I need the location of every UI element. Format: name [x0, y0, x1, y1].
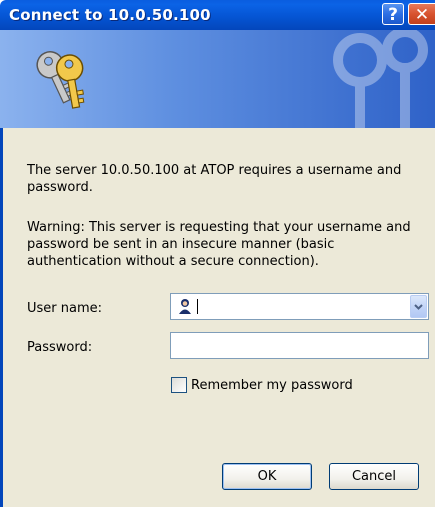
window-border [0, 128, 3, 507]
username-combobox[interactable] [170, 293, 429, 320]
ok-button[interactable]: OK [222, 463, 312, 490]
title-bar[interactable]: Connect to 10.0.50.100 ? ✕ [0, 0, 435, 30]
keys-icon [36, 51, 85, 109]
connect-dialog: Connect to 10.0.50.100 ? ✕ The server 10… [0, 0, 435, 507]
server-message: The server 10.0.50.100 at ATOP requires … [27, 163, 402, 195]
password-field[interactable] [170, 332, 429, 359]
dialog-banner [0, 30, 435, 128]
window-title: Connect to 10.0.50.100 [9, 6, 211, 24]
security-warning: Warning: This server is requesting that … [27, 220, 411, 269]
keys-watermark-icon [333, 30, 428, 128]
close-button[interactable]: ✕ [408, 3, 435, 25]
remember-password-checkbox[interactable] [171, 377, 187, 393]
help-button[interactable]: ? [382, 3, 404, 25]
username-dropdown-button[interactable] [410, 295, 427, 318]
password-label: Password: [27, 340, 93, 355]
cancel-button[interactable]: Cancel [329, 463, 419, 490]
remember-password-label[interactable]: Remember my password [191, 377, 353, 394]
text-cursor [197, 299, 198, 314]
user-icon [179, 299, 191, 314]
chevron-down-icon [414, 304, 423, 310]
username-label: User name: [27, 301, 103, 316]
